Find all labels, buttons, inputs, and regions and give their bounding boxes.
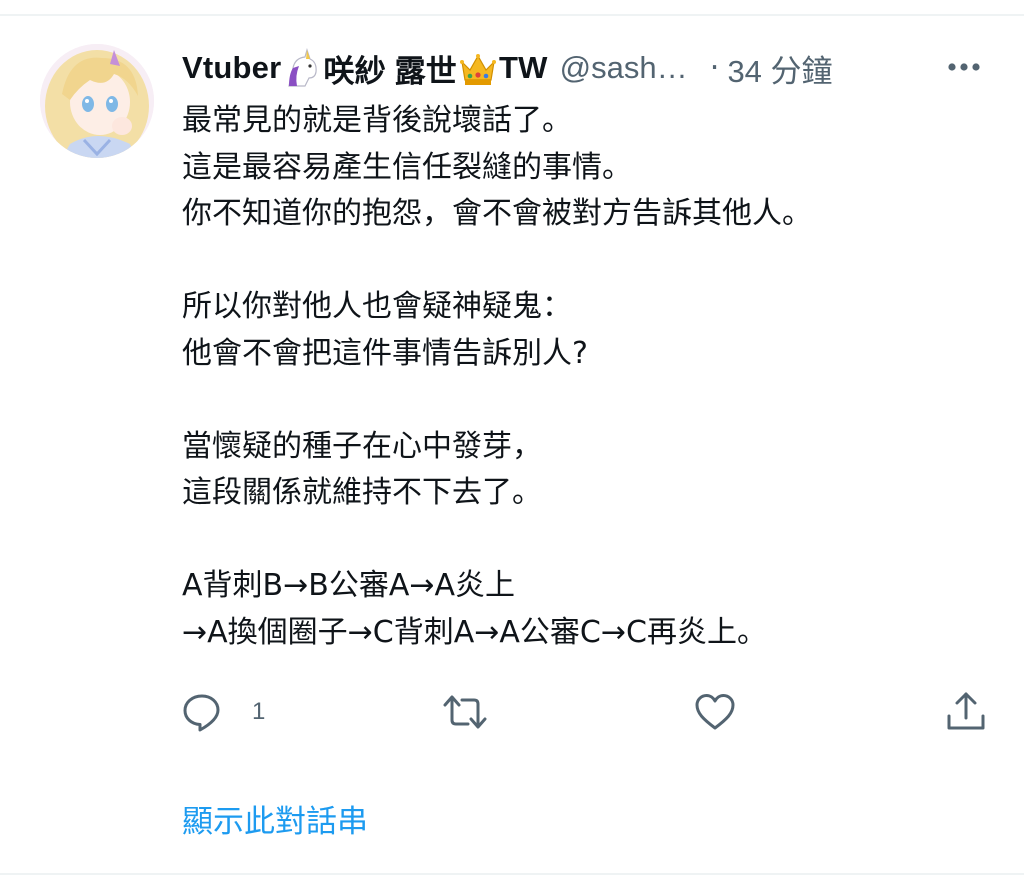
tweet-text: 最常見的就是背後說壞話了。 這是最容易產生信任裂縫的事情。 你不知道你的抱怨，會… — [182, 98, 992, 656]
more-options-button[interactable] — [944, 52, 984, 82]
show-thread-link[interactable]: 顯示此對話串 — [182, 796, 368, 841]
display-name-part3[interactable]: TW — [499, 50, 548, 86]
share-icon — [947, 692, 985, 730]
top-divider — [0, 14, 1024, 16]
tweet-text-line: 這段關係就維持不下去了。 — [182, 475, 542, 510]
tweet-text-gap — [182, 377, 992, 424]
crown-emoji — [459, 48, 497, 88]
tweet-text-line: 當懷疑的種子在心中發芽， — [182, 428, 542, 464]
separator-dot: · — [709, 50, 720, 86]
more-icon — [948, 63, 980, 71]
tweet-text-line: 你不知道你的抱怨，會不會被對方告訴其他人。 — [182, 196, 812, 231]
tweet-text-gap — [182, 238, 992, 285]
avatar[interactable] — [40, 44, 154, 158]
tweet-text-line: A背刺B→B公審A→A炎上 — [182, 568, 516, 603]
heart-icon — [695, 694, 735, 730]
tweet-text-line: →A換個圈子→C背刺A→A公審C→C再炎上。 — [182, 614, 767, 650]
retweet-icon — [443, 695, 487, 729]
like-button[interactable] — [693, 690, 737, 734]
display-name-part2[interactable]: 咲紗 露世 — [323, 46, 457, 91]
timestamp[interactable]: 34 分鐘 — [727, 46, 832, 91]
reply-button[interactable]: 1 — [180, 690, 265, 734]
display-name-part1[interactable]: Vtuber — [182, 50, 281, 86]
user-handle[interactable]: @sash… — [560, 50, 688, 86]
tweet-header: Vtuber 咲紗 露世 TW @sash… · 34 分鐘 — [182, 42, 994, 94]
tweet-text-line: 他會不會把這件事情告訴別人? — [182, 335, 588, 371]
reply-count: 1 — [252, 698, 266, 725]
unicorn-emoji — [283, 48, 321, 88]
tweet-text-line: 所以你對他人也會疑神疑鬼： — [182, 289, 572, 324]
tweet-text-line: 最常見的就是背後說壞話了。 — [182, 103, 572, 138]
bottom-divider — [0, 873, 1024, 875]
reply-icon — [183, 694, 220, 732]
share-button[interactable] — [944, 690, 988, 734]
tweet-text-line: 這是最容易產生信任裂縫的事情。 — [182, 149, 632, 185]
retweet-button[interactable] — [442, 690, 488, 734]
tweet-text-gap — [182, 517, 992, 564]
tweet-actions: 1 — [180, 690, 990, 734]
